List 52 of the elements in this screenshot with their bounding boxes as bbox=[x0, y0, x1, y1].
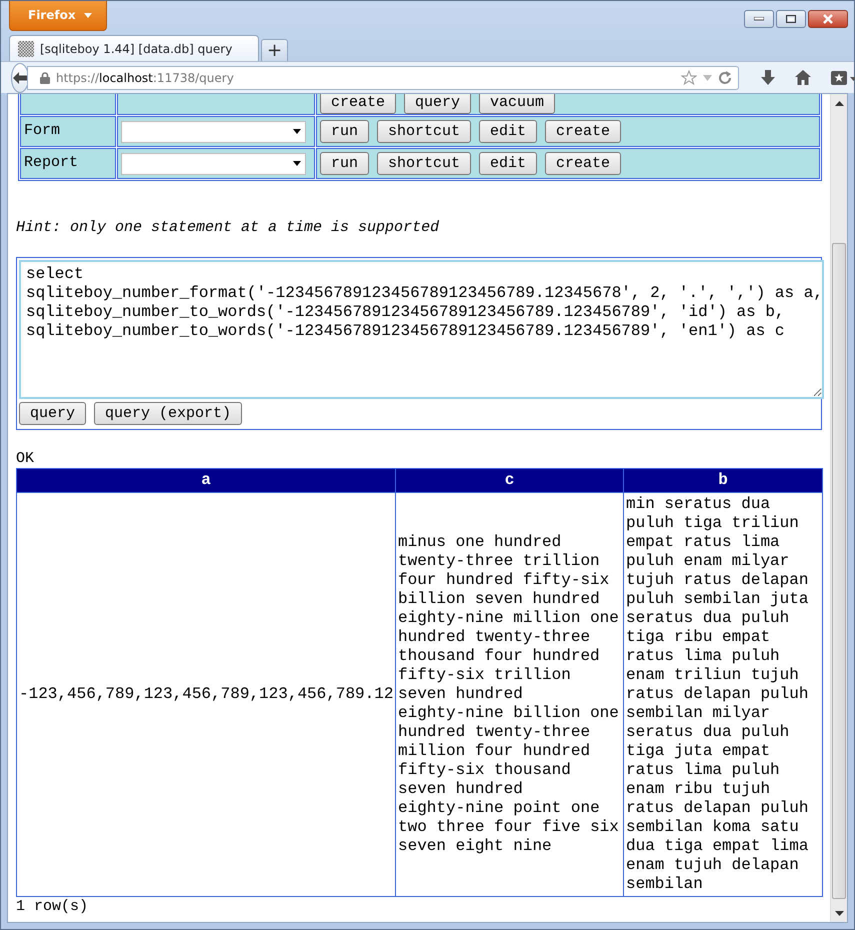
hint-text: Hint: only one statement at a time is supported bbox=[16, 218, 440, 238]
caret-icon bbox=[293, 161, 301, 166]
object-action-button[interactable]: create bbox=[545, 120, 622, 143]
column-header: c bbox=[396, 468, 624, 492]
scrollbar[interactable] bbox=[830, 94, 847, 922]
object-action-button[interactable]: create bbox=[320, 94, 396, 114]
column-header: b bbox=[624, 468, 822, 492]
status-text: OK bbox=[16, 450, 36, 468]
address-bar[interactable]: https://localhost:11738/query bbox=[27, 66, 739, 90]
query-button[interactable]: query (export) bbox=[94, 402, 242, 424]
object-action-button[interactable]: edit bbox=[479, 120, 538, 143]
object-action-button[interactable]: run bbox=[320, 152, 370, 175]
back-arrow-icon bbox=[12, 70, 28, 84]
close-icon bbox=[823, 14, 833, 24]
url-text: https://localhost:11738/query bbox=[56, 70, 234, 86]
restore-icon bbox=[786, 15, 796, 23]
object-action-button[interactable]: vacuum bbox=[479, 94, 556, 114]
object-action-button[interactable]: query bbox=[404, 94, 472, 114]
home-icon bbox=[795, 70, 811, 85]
row-label: Report bbox=[24, 154, 78, 172]
scroll-up-icon[interactable] bbox=[834, 101, 844, 106]
object-action-button[interactable]: shortcut bbox=[377, 152, 472, 175]
table-cell: minus one hundred twenty-three trillion four hundred fifty-six billion seven hundred eighty-nine million one hundred twenty-three thousand four hundred fifty-six trillion seven hundred eighty-nine billion one hundred twenty-three million four hundred fifty-six thousand seven hundred eighty-nine point one two three four five six seven eight nine bbox=[396, 492, 624, 896]
bookmarks-icon bbox=[831, 70, 855, 86]
lock-icon bbox=[40, 72, 50, 84]
row-label: Form bbox=[24, 122, 60, 140]
query-editor[interactable]: select sqliteboy_number_format('-123456789123456789123456789.12345678', 2, '.', ',') as a, sqliteboy_number_to_words('-123456789123456789123456789.123456789', 'id') as b, sqliteboy_number_to_words('-123456789123456789123456789.123456789', 'en1') as c bbox=[19, 260, 824, 398]
caret-icon bbox=[293, 129, 301, 134]
reload-icon[interactable] bbox=[718, 70, 732, 84]
object-action-button[interactable]: run bbox=[320, 120, 370, 143]
table-cell: min seratus dua puluh tiga triliun empat ratus lima puluh enam milyar tujuh ratus delapan puluh sembilan juta seratus dua puluh tiga ribu empat ratus lima puluh enam triliun tujuh ratus delapan puluh sembilan milyar seratus dua puluh tiga juta empat ratus lima puluh enam ribu tujuh ratus delapan puluh sembilan koma satu dua tiga empat lima enam tujuh delapan sembilan bbox=[624, 492, 822, 896]
object-action-button[interactable]: shortcut bbox=[377, 120, 472, 143]
table-cell: -123,456,789,123,456,789,123,456,789.12 bbox=[16, 492, 396, 896]
new-tab-button[interactable]: + bbox=[261, 39, 288, 61]
object-action-button[interactable]: create bbox=[545, 152, 622, 175]
tab-title: [sqliteboy 1.44] [data.db] query bbox=[40, 40, 232, 58]
row-count-text: 1 row(s) bbox=[16, 896, 90, 916]
object-action-button[interactable]: edit bbox=[479, 152, 538, 175]
caret-icon bbox=[84, 12, 92, 18]
close-button[interactable] bbox=[808, 10, 848, 28]
scroll-down-icon[interactable] bbox=[834, 911, 844, 916]
star-icon[interactable] bbox=[681, 70, 697, 86]
back-button[interactable] bbox=[11, 62, 29, 92]
minimize-icon bbox=[754, 17, 764, 21]
page-icon bbox=[18, 40, 34, 56]
browser-tab[interactable]: [sqliteboy 1.44] [data.db] query bbox=[9, 35, 259, 61]
maximize-button[interactable] bbox=[776, 10, 806, 28]
query-button[interactable]: query bbox=[19, 402, 86, 424]
scrollbar-thumb[interactable] bbox=[832, 243, 846, 899]
column-header: a bbox=[16, 468, 396, 492]
download-arrow-icon bbox=[761, 70, 775, 86]
minimize-button[interactable] bbox=[744, 10, 774, 28]
